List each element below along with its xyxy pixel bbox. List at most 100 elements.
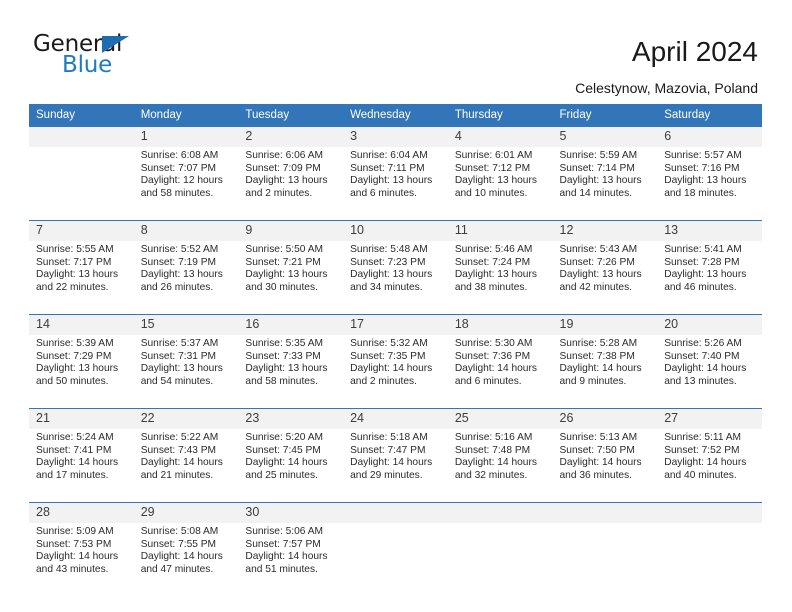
day-number[interactable]: 30: [238, 502, 344, 523]
daylight-text-line2: and 21 minutes.: [140, 469, 214, 481]
daylight-text-line1: Daylight: 13 hours: [559, 175, 642, 187]
day-number[interactable]: 16: [238, 314, 344, 335]
sunset-text: Sunset: 7:14 PM: [559, 162, 635, 174]
daylight-text-line1: Daylight: 13 hours: [36, 269, 119, 281]
daylight-text-line1: Daylight: 13 hours: [454, 269, 537, 281]
daylight-text-line2: and 10 minutes.: [454, 187, 528, 199]
sunset-text: Sunset: 7:11 PM: [350, 162, 425, 174]
day-number[interactable]: 26: [552, 408, 658, 429]
sunrise-text: Sunrise: 5:32 AM: [350, 338, 428, 349]
day-number[interactable]: 19: [552, 314, 658, 335]
sunset-text: Sunset: 7:17 PM: [36, 256, 112, 268]
day-cell: Sunrise: 6:04 AM Sunset: 7:11 PM Dayligh…: [343, 147, 448, 221]
day-number[interactable]: 9: [238, 220, 344, 241]
sunset-text: Sunset: 7:23 PM: [350, 256, 426, 268]
sunrise-text: Sunrise: 5:06 AM: [245, 526, 323, 537]
day-number[interactable]: 25: [447, 408, 553, 429]
sunset-text: Sunset: 7:28 PM: [664, 256, 740, 268]
daylight-text-line2: and 6 minutes.: [454, 375, 522, 387]
day-number[interactable]: 15: [133, 314, 239, 335]
day-cell: [657, 523, 762, 596]
daylight-text-line2: and 32 minutes.: [454, 469, 528, 481]
daylight-text-line2: and 6 minutes.: [350, 187, 417, 199]
day-number[interactable]: 4: [447, 127, 553, 147]
day-cell: Sunrise: 5:24 AM Sunset: 7:41 PM Dayligh…: [29, 429, 134, 503]
weekday-header-tuesday: Tuesday: [238, 104, 344, 127]
day-number[interactable]: 22: [133, 408, 239, 429]
day-number[interactable]: 21: [29, 408, 134, 429]
day-number[interactable]: 13: [657, 220, 762, 241]
day-number[interactable]: 11: [447, 220, 553, 241]
sunrise-text: Sunrise: 5:28 AM: [559, 338, 638, 349]
day-number[interactable]: [552, 502, 658, 523]
day-cell: Sunrise: 5:46 AM Sunset: 7:24 PM Dayligh…: [447, 241, 553, 315]
week-row-daynumbers: 21 22 23 24 25 26 27: [29, 408, 762, 429]
sunset-text: Sunset: 7:50 PM: [559, 444, 635, 456]
day-cell: Sunrise: 5:08 AM Sunset: 7:55 PM Dayligh…: [133, 523, 239, 596]
weekday-header-saturday: Saturday: [657, 104, 762, 127]
day-cell: Sunrise: 5:43 AM Sunset: 7:26 PM Dayligh…: [552, 241, 658, 315]
day-cell: Sunrise: 5:32 AM Sunset: 7:35 PM Dayligh…: [343, 335, 448, 409]
general-blue-logo: General Blue: [33, 33, 183, 81]
day-cell: Sunrise: 5:59 AM Sunset: 7:14 PM Dayligh…: [552, 147, 658, 221]
day-number[interactable]: [447, 502, 553, 523]
day-number[interactable]: 24: [343, 408, 448, 429]
day-number[interactable]: [343, 502, 448, 523]
sunset-text: Sunset: 7:55 PM: [140, 538, 217, 550]
weekday-header-thursday: Thursday: [447, 104, 553, 127]
day-number[interactable]: 23: [238, 408, 344, 429]
day-number[interactable]: 12: [552, 220, 658, 241]
sunrise-text: Sunrise: 5:24 AM: [36, 432, 114, 443]
sunset-text: Sunset: 7:53 PM: [36, 538, 112, 550]
daylight-text-line2: and 2 minutes.: [245, 187, 313, 199]
day-number[interactable]: 6: [657, 127, 762, 147]
day-number[interactable]: 14: [29, 314, 134, 335]
sunset-text: Sunset: 7:24 PM: [454, 256, 531, 268]
daylight-text-line1: Daylight: 13 hours: [664, 175, 747, 187]
daylight-text-line2: and 13 minutes.: [664, 375, 737, 387]
daylight-text-line2: and 58 minutes.: [245, 375, 318, 387]
sunset-text: Sunset: 7:16 PM: [664, 162, 740, 174]
day-number[interactable]: 29: [133, 502, 239, 523]
day-number[interactable]: 2: [238, 127, 344, 147]
day-number[interactable]: 18: [447, 314, 553, 335]
sunset-text: Sunset: 7:45 PM: [245, 444, 321, 456]
day-number[interactable]: 17: [343, 314, 448, 335]
week-row-details: Sunrise: 5:09 AM Sunset: 7:53 PM Dayligh…: [29, 523, 762, 596]
day-number[interactable]: 28: [29, 502, 134, 523]
day-number[interactable]: 27: [657, 408, 762, 429]
weekday-header-wednesday: Wednesday: [343, 104, 448, 127]
sunset-text: Sunset: 7:43 PM: [140, 444, 217, 456]
day-cell: Sunrise: 5:57 AM Sunset: 7:16 PM Dayligh…: [657, 147, 762, 221]
sunrise-text: Sunrise: 5:08 AM: [140, 526, 219, 537]
sunrise-text: Sunrise: 5:43 AM: [559, 244, 638, 255]
day-cell: Sunrise: 5:50 AM Sunset: 7:21 PM Dayligh…: [238, 241, 344, 315]
daylight-text-line1: Daylight: 14 hours: [454, 457, 537, 469]
sunrise-text: Sunrise: 6:06 AM: [245, 150, 323, 161]
sunrise-text: Sunrise: 5:37 AM: [140, 338, 219, 349]
day-number[interactable]: [657, 502, 762, 523]
daylight-text-line2: and 42 minutes.: [559, 281, 633, 293]
sunrise-text: Sunrise: 5:41 AM: [664, 244, 742, 255]
day-number[interactable]: 7: [29, 220, 134, 241]
daylight-text-line1: Daylight: 14 hours: [36, 551, 119, 563]
daylight-text-line1: Daylight: 13 hours: [245, 175, 328, 187]
day-number[interactable]: 10: [343, 220, 448, 241]
day-number[interactable]: 8: [133, 220, 239, 241]
sunset-text: Sunset: 7:12 PM: [454, 162, 531, 174]
daylight-text-line2: and 26 minutes.: [140, 281, 214, 293]
day-number[interactable]: 3: [343, 127, 448, 147]
sunset-text: Sunset: 7:29 PM: [36, 350, 112, 362]
daylight-text-line1: Daylight: 13 hours: [454, 175, 537, 187]
sunset-text: Sunset: 7:07 PM: [140, 162, 217, 174]
daylight-text-line2: and 51 minutes.: [245, 563, 318, 575]
day-number[interactable]: [29, 127, 134, 147]
daylight-text-line2: and 36 minutes.: [559, 469, 633, 481]
day-number[interactable]: 20: [657, 314, 762, 335]
day-number[interactable]: 5: [552, 127, 658, 147]
sunrise-text: Sunrise: 5:20 AM: [245, 432, 323, 443]
day-cell: Sunrise: 5:06 AM Sunset: 7:57 PM Dayligh…: [238, 523, 344, 596]
day-cell: Sunrise: 5:28 AM Sunset: 7:38 PM Dayligh…: [552, 335, 658, 409]
sunset-text: Sunset: 7:47 PM: [350, 444, 426, 456]
day-number[interactable]: 1: [133, 127, 239, 147]
